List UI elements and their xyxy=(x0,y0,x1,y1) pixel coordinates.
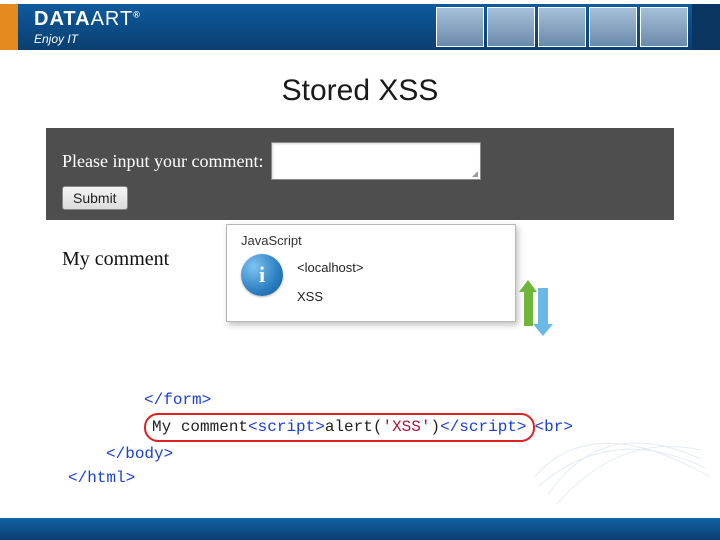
code-string: 'XSS' xyxy=(382,418,430,436)
code-paren: ) xyxy=(430,418,440,436)
logo-registered: ® xyxy=(133,9,141,19)
resize-handle-icon[interactable] xyxy=(472,171,478,177)
alert-host: <localhost> xyxy=(297,254,364,283)
header-photo xyxy=(640,7,688,47)
alert-texts: <localhost> XSS xyxy=(297,254,364,311)
decorative-swirl xyxy=(530,404,710,514)
alert-message: XSS xyxy=(297,283,364,312)
output-row: My comment JavaScript i <localhost> XSS xyxy=(62,234,674,354)
header-photo xyxy=(589,7,637,47)
gutter-dots xyxy=(68,418,144,436)
slide-header: DATAART® Enjoy IT xyxy=(0,0,720,56)
code-tag: </script> xyxy=(440,418,526,436)
header-photo xyxy=(436,7,484,47)
gutter-dots xyxy=(68,445,106,463)
logo-tagline: Enjoy IT xyxy=(34,32,141,46)
arrow-up-icon xyxy=(524,290,533,326)
code-tag: </form> xyxy=(144,391,211,409)
slide-title: Stored XSS xyxy=(0,74,720,108)
submit-button[interactable]: Submit xyxy=(62,186,128,210)
slide-footer-bar xyxy=(0,518,720,540)
code-text: My comment xyxy=(152,418,248,436)
header-band-dark xyxy=(692,4,720,50)
code-tag: <script> xyxy=(248,418,325,436)
output-label: My comment xyxy=(62,248,169,271)
alert-title: JavaScript xyxy=(241,233,505,248)
code-tag: </body> xyxy=(106,445,173,463)
header-photo xyxy=(487,7,535,47)
comment-label: Please input your comment: xyxy=(62,151,263,172)
code-fn: alert xyxy=(325,418,373,436)
header-photo xyxy=(538,7,586,47)
js-alert-dialog: JavaScript i <localhost> XSS xyxy=(226,224,516,322)
header-photo-strip xyxy=(436,7,688,47)
form-row: Please input your comment: xyxy=(62,142,658,180)
arrow-down-icon xyxy=(538,288,548,324)
code-tag: </html> xyxy=(68,469,135,487)
highlight-oval: My comment<script>alert('XSS')</script> xyxy=(144,413,535,442)
logo-word-1: DATA xyxy=(34,8,91,30)
gutter-dots xyxy=(68,391,144,409)
comment-textarea[interactable] xyxy=(271,142,481,180)
logo-word-2: ART xyxy=(91,8,134,30)
flow-arrows xyxy=(524,284,556,336)
logo: DATAART® Enjoy IT xyxy=(34,8,141,46)
alert-body: i <localhost> XSS xyxy=(241,254,505,311)
demo-form-panel: Please input your comment: Submit xyxy=(46,128,674,220)
accent-tab xyxy=(0,4,18,50)
logo-text: DATAART® xyxy=(34,8,141,31)
info-icon: i xyxy=(241,254,283,296)
